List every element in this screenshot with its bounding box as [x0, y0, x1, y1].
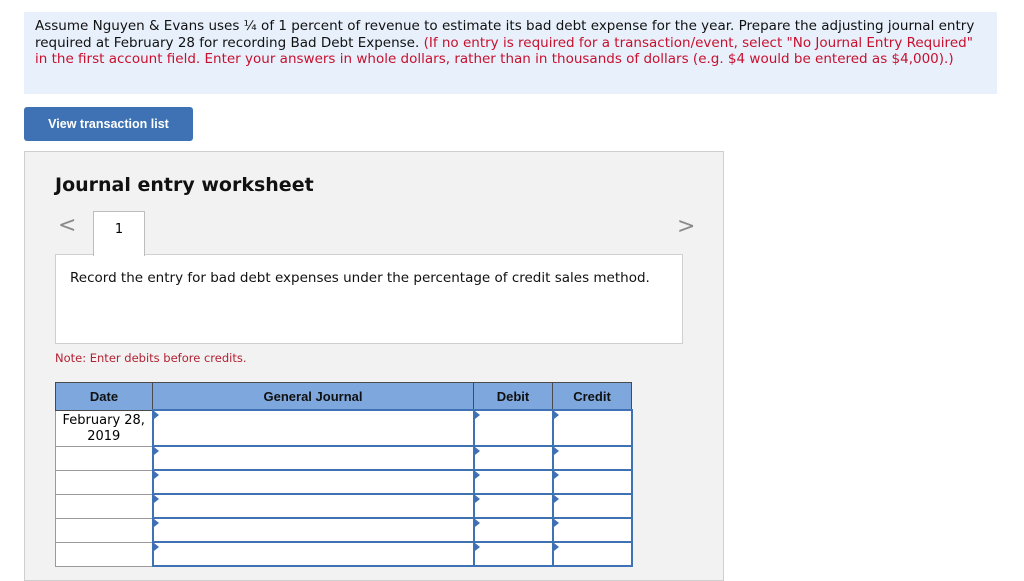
- account-input[interactable]: [151, 541, 475, 567]
- credit-input[interactable]: [551, 541, 633, 567]
- account-input[interactable]: [151, 517, 475, 543]
- table-row: [55, 541, 633, 567]
- entry-description: Record the entry for bad debt expenses u…: [55, 254, 683, 344]
- table-row: [55, 493, 633, 519]
- journal-entry-worksheet: Journal entry worksheet < 1 > Record the…: [24, 151, 724, 581]
- entry-description-text: Record the entry for bad debt expenses u…: [70, 270, 650, 286]
- credit-input[interactable]: [551, 517, 633, 543]
- journal-table: Date General Journal Debit Credit Februa…: [55, 382, 633, 567]
- debit-input[interactable]: [472, 493, 554, 519]
- date-cell: [55, 517, 153, 543]
- date-cell: [55, 493, 153, 519]
- journal-header-row: Date General Journal Debit Credit: [55, 382, 632, 411]
- credit-input[interactable]: [551, 409, 633, 447]
- date-cell: [55, 541, 153, 567]
- credit-input[interactable]: [551, 493, 633, 519]
- worksheet-title: Journal entry worksheet: [55, 174, 314, 196]
- tab-label: 1: [114, 222, 124, 237]
- debit-input[interactable]: [472, 517, 554, 543]
- debit-input[interactable]: [472, 469, 554, 495]
- table-row: [55, 469, 633, 495]
- account-input[interactable]: [151, 469, 475, 495]
- column-header-date: Date: [55, 382, 153, 411]
- account-input[interactable]: [151, 445, 475, 471]
- tab-entry-1[interactable]: 1: [93, 211, 145, 256]
- view-transaction-list-button[interactable]: View transaction list: [24, 107, 193, 141]
- account-input[interactable]: [151, 493, 475, 519]
- column-header-credit: Credit: [552, 382, 632, 411]
- account-input[interactable]: [151, 409, 475, 447]
- date-cell: February 28, 2019: [55, 409, 153, 447]
- debit-credit-note: Note: Enter debits before credits.: [55, 351, 247, 365]
- debit-input[interactable]: [472, 445, 554, 471]
- table-row: [55, 445, 633, 471]
- column-header-general-journal: General Journal: [152, 382, 474, 411]
- column-header-debit: Debit: [473, 382, 553, 411]
- date-cell: [55, 445, 153, 471]
- chevron-left-icon[interactable]: <: [58, 215, 76, 237]
- debit-input[interactable]: [472, 409, 554, 447]
- date-cell: [55, 469, 153, 495]
- instructions-panel: Assume Nguyen & Evans uses ¼ of 1 percen…: [24, 12, 997, 94]
- chevron-right-icon[interactable]: >: [677, 216, 695, 238]
- table-row: [55, 517, 633, 543]
- table-row: February 28, 2019: [55, 409, 633, 447]
- credit-input[interactable]: [551, 445, 633, 471]
- debit-input[interactable]: [472, 541, 554, 567]
- credit-input[interactable]: [551, 469, 633, 495]
